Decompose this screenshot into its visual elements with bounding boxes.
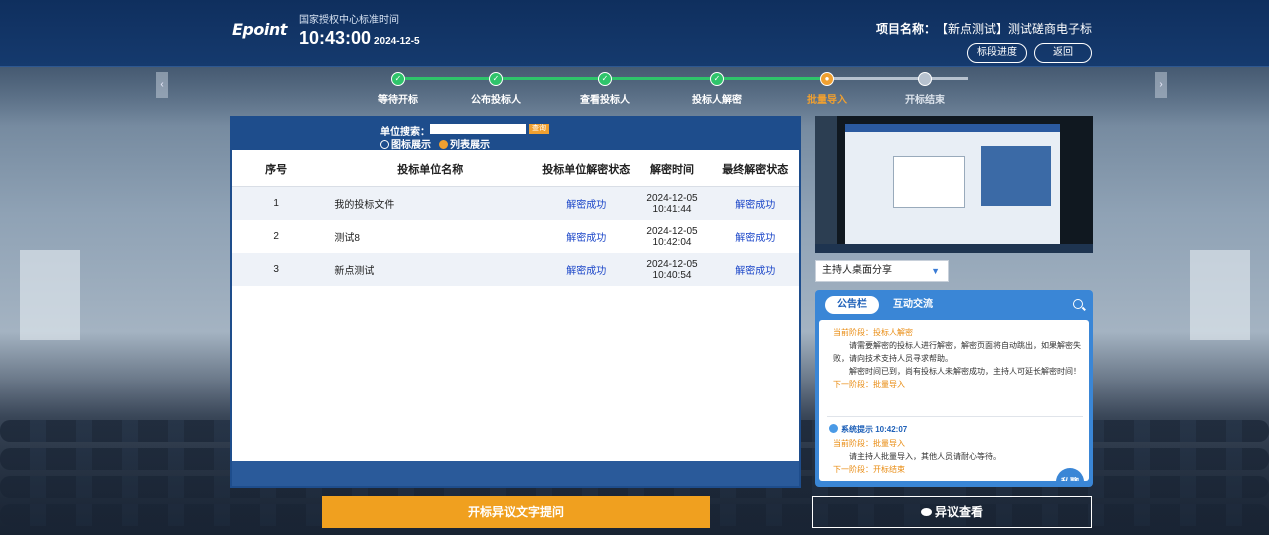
radio-on-icon [439,140,448,149]
time-label: 国家授权中心标准时间 [299,15,399,26]
system-tip-title: 系统提示 10:42:07 [829,424,907,435]
radio-list-view[interactable]: 列表展示 [439,136,490,151]
tab-interaction[interactable]: 互动交流 [893,296,933,314]
unit-search-input[interactable] [430,124,526,134]
table-row: 1 我的投标文件 解密成功 2024-12-05 10:41:44 解密成功 [232,186,799,220]
current-step-icon: ● [820,72,834,86]
panel-footer [232,461,799,486]
project-title: 项目名称： 【新点测试】测试磋商电子标 [860,20,1092,37]
back-button[interactable]: 返回 [1034,43,1092,63]
step-bidder-decrypt: ✓ 投标人解密 [692,72,742,106]
radio-icon-view[interactable]: 图标展示 [380,136,431,151]
share-source-select[interactable]: 主持人桌面分享 ▼ [815,260,949,282]
top-header: Epoint 国家授权中心标准时间 10:43:00 2024-12-5 项目名… [0,0,1269,67]
current-date: 2024-12-5 [374,36,420,47]
check-icon: ✓ [391,72,405,86]
project-name: 【新点测试】测试磋商电子标 [941,22,1092,36]
search-button[interactable]: 查询 [529,124,549,134]
bidder-table: 序号 投标单位名称 投标单位解密状态 解密时间 最终解密状态 1 我的投标文件 … [232,152,799,286]
epoint-logo: Epoint [232,20,287,39]
pending-step-icon [918,72,932,86]
col-decrypt-status: 投标单位解密状态 [540,152,633,187]
notice-message: 当前阶段：批量导入 请主持人批量导入，其他人员请耐心等待。 下一阶段：开标结束 [833,439,1001,474]
panel-toolbar: 单位搜索： 查询 图标展示 列表展示 [232,118,799,151]
step-open-end: 开标结束 [880,72,970,106]
col-decrypt-time: 解密时间 [632,152,712,187]
step-view-bidders: ✓ 查看投标人 [580,72,630,106]
caret-down-icon: ▼ [931,266,940,276]
current-time: 10:43:00 [299,28,372,48]
step-publish-bidders: ✓ 公布投标人 [471,72,521,106]
objection-question-button[interactable]: 开标异议文字提问 [322,496,710,528]
col-unit-name: 投标单位名称 [320,152,541,187]
prev-arrow-icon[interactable]: ‹ [156,72,168,98]
step-wait-open: ✓ 等待开标 [378,72,418,106]
notice-message: 当前阶段：投标人解密 请需要解密的投标人进行解密，解密页面将自动跳出，如果解密失… [833,328,1081,389]
col-no: 序号 [232,152,321,187]
table-row: 2 测试8 解密成功 2024-12-05 10:42:04 解密成功 [273,225,776,248]
step-batch-import: ● 批量导入 [807,72,847,106]
notice-messages[interactable]: 当前阶段：投标人解密 请需要解密的投标人进行解密，解密页面将自动跳出，如果解密失… [819,320,1089,481]
notice-panel: 公告栏 互动交流 当前阶段：投标人解密 请需要解密的投标人进行解密，解密页面将自… [815,290,1093,487]
tab-notice-board[interactable]: 公告栏 [825,296,879,314]
project-label: 项目名称： [875,22,936,36]
avatar-icon [829,424,838,433]
check-icon: ✓ [710,72,724,86]
check-icon: ✓ [489,72,503,86]
search-icon[interactable] [1073,299,1083,309]
objection-view-button[interactable]: 异议查看 [812,496,1092,528]
radio-off-icon [380,140,389,149]
next-arrow-icon[interactable]: › [1155,72,1167,98]
table-header-row: 序号 投标单位名称 投标单位解密状态 解密时间 最终解密状态 [232,152,799,187]
col-final-status: 最终解密状态 [711,152,799,187]
chat-bubble-icon [920,508,932,516]
progress-button[interactable]: 标段进度 [967,43,1027,63]
desktop-share-video[interactable] [815,116,1093,253]
table-row: 3 新点测试 解密成功 2024-12-05 10:40:54 解密成功 [232,253,799,286]
check-icon: ✓ [598,72,612,86]
bidder-list-panel: 单位搜索： 查询 图标展示 列表展示 序号 投标单位名称 投标单位解密状态 解密… [230,116,801,488]
progress-steps: ✓ 等待开标 ✓ 公布投标人 ✓ 查看投标人 ✓ 投标人解密 ● 批量导入 开标… [355,72,975,106]
